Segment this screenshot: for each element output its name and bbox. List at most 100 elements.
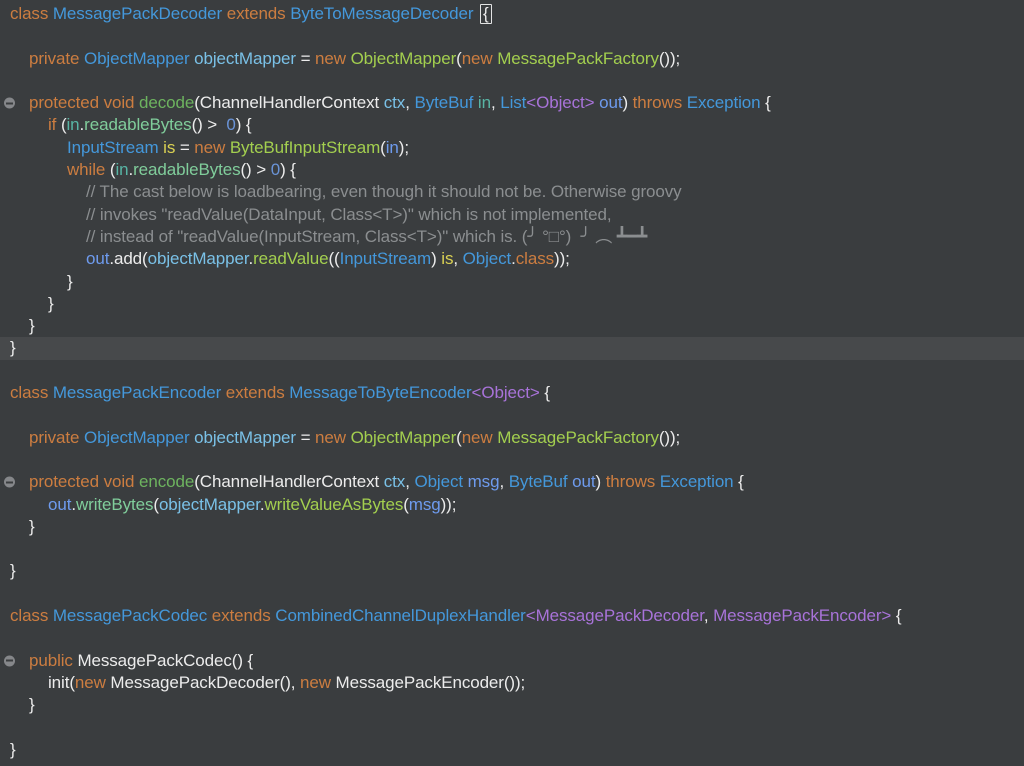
code-token: )); [441, 495, 457, 514]
code-line-8[interactable]: while (in.readableBytes() > 0) { [0, 159, 1024, 181]
code-token: // The cast below is loadbearing, even t… [86, 182, 682, 201]
code-line-23[interactable]: out.writeBytes(objectMapper.writeValueAs… [0, 494, 1024, 516]
code-token: throws [606, 472, 660, 491]
code-line-22[interactable]: protected void encode(ChannelHandlerCont… [0, 471, 1024, 493]
code-token: class [10, 383, 53, 402]
code-editor[interactable]: class MessagePackDecoder extends ByteToM… [0, 0, 1024, 766]
caret-block: { [480, 4, 492, 24]
code-line-3[interactable]: private ObjectMapper objectMapper = new … [0, 48, 1024, 70]
code-token: )); [554, 249, 570, 268]
code-token: encode [139, 472, 194, 491]
code-token: } [29, 695, 35, 714]
code-token: } [29, 316, 35, 335]
code-token: ); [399, 138, 409, 157]
code-token: void [104, 93, 139, 112]
code-line-9[interactable]: // The cast below is loadbearing, even t… [0, 181, 1024, 203]
code-token: new [462, 49, 498, 68]
code-token: // instead of "readValue(InputStream, Cl… [86, 227, 647, 246]
code-line-32[interactable]: } [0, 694, 1024, 716]
code-line-31[interactable]: init(new MessagePackDecoder(), new Messa… [0, 672, 1024, 694]
code-token: is [441, 249, 453, 268]
code-token: throws [633, 93, 687, 112]
code-line-28[interactable]: class MessagePackCodec extends CombinedC… [0, 605, 1024, 627]
override-marker-icon[interactable] [4, 98, 15, 109]
code-line-4[interactable] [0, 70, 1024, 92]
code-line-13[interactable]: } [0, 271, 1024, 293]
code-line-17[interactable] [0, 360, 1024, 382]
code-line-25[interactable] [0, 538, 1024, 560]
code-line-33[interactable] [0, 717, 1024, 739]
code-line-21[interactable] [0, 449, 1024, 471]
code-token: ) [596, 472, 606, 491]
code-token: InputStream [340, 249, 432, 268]
code-token: objectMapper [194, 49, 300, 68]
code-token: <Object> [472, 383, 540, 402]
code-token: Object [463, 249, 512, 268]
code-token: { [891, 606, 901, 625]
override-marker-icon[interactable] [4, 477, 15, 488]
code-token: objectMapper [148, 249, 249, 268]
code-token: ByteBuf [509, 472, 572, 491]
code-line-10[interactable]: // invokes "readValue(DataInput, Class<T… [0, 204, 1024, 226]
code-line-11[interactable]: // instead of "readValue(InputStream, Cl… [0, 226, 1024, 248]
code-token: ctx [384, 472, 405, 491]
code-token: extends [226, 383, 289, 402]
code-token: , [491, 93, 500, 112]
code-token: init [48, 673, 69, 692]
code-token: ObjectMapper [351, 49, 457, 68]
code-token: new [315, 49, 351, 68]
code-line-14[interactable]: } [0, 293, 1024, 315]
code-token: CombinedChannelDuplexHandler [275, 606, 525, 625]
code-token: = [301, 428, 315, 447]
code-token: in [386, 138, 399, 157]
code-token: private [29, 49, 84, 68]
code-line-30[interactable]: public MessagePackCodec() { [0, 650, 1024, 672]
code-token: < [526, 606, 536, 625]
code-token: ChannelHandlerContext [200, 93, 384, 112]
code-token: ObjectMapper [351, 428, 457, 447]
code-token: , [704, 606, 713, 625]
code-line-6[interactable]: if (in.readableBytes() > 0) { [0, 114, 1024, 136]
code-line-7[interactable]: InputStream is = new ByteBufInputStream(… [0, 137, 1024, 159]
code-line-27[interactable] [0, 583, 1024, 605]
code-token: ()); [659, 49, 680, 68]
code-token: MessagePackDecoder [53, 4, 227, 23]
code-token: protected [29, 93, 104, 112]
code-line-2[interactable] [0, 25, 1024, 47]
code-line-1[interactable]: class MessagePackDecoder extends ByteToM… [0, 3, 1024, 25]
code-token: new [300, 673, 336, 692]
code-token: ) { [236, 115, 252, 134]
code-line-19[interactable] [0, 404, 1024, 426]
code-line-29[interactable] [0, 627, 1024, 649]
code-token: ObjectMapper [84, 49, 194, 68]
code-token: class [516, 249, 554, 268]
code-line-12[interactable]: out.add(objectMapper.readValue((InputStr… [0, 248, 1024, 270]
code-token: } [10, 561, 16, 580]
code-token: ByteBufInputStream [230, 138, 380, 157]
code-token: Exception [660, 472, 738, 491]
code-token: Exception [687, 93, 765, 112]
code-line-5[interactable]: protected void decode(ChannelHandlerCont… [0, 92, 1024, 114]
code-line-26[interactable]: } [0, 560, 1024, 582]
code-token: } [10, 740, 16, 759]
code-token: is [163, 138, 180, 157]
code-token: { [540, 383, 550, 402]
code-token: Object [414, 472, 467, 491]
code-token: writeBytes [76, 495, 153, 514]
code-token: ) { [280, 160, 296, 179]
code-line-24[interactable]: } [0, 516, 1024, 538]
code-token: out [48, 495, 71, 514]
code-token: out [572, 472, 595, 491]
code-token: void [104, 472, 139, 491]
code-token: out [86, 249, 109, 268]
override-marker-icon[interactable] [4, 655, 15, 666]
code-line-34[interactable]: } [0, 739, 1024, 761]
code-line-15[interactable]: } [0, 315, 1024, 337]
code-line-16[interactable]: } [0, 337, 1024, 359]
code-token: MessagePackDecoder [536, 606, 704, 625]
code-line-18[interactable]: class MessagePackEncoder extends Message… [0, 382, 1024, 404]
code-line-20[interactable]: private ObjectMapper objectMapper = new … [0, 427, 1024, 449]
code-token: > [881, 606, 891, 625]
code-token: new [462, 428, 498, 447]
code-token: <Object> [526, 93, 594, 112]
